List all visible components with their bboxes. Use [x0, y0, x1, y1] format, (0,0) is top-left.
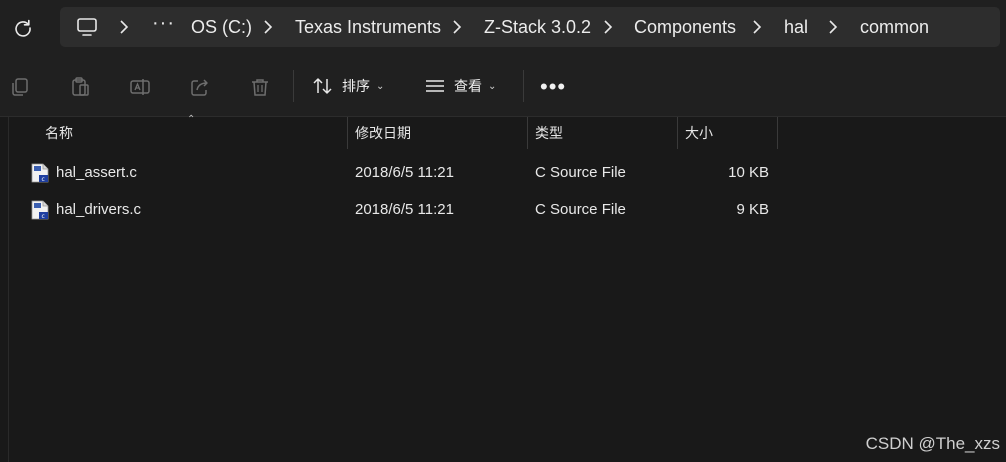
c-source-file-icon: c [31, 163, 49, 183]
chevron-right-icon[interactable] [262, 19, 274, 35]
paste-icon[interactable] [69, 76, 91, 98]
file-size: 9 KB [736, 200, 769, 218]
breadcrumb-item-texas-instruments[interactable]: Texas Instruments [295, 17, 441, 38]
breadcrumb-item-zstack[interactable]: Z-Stack 3.0.2 [484, 17, 591, 38]
share-icon[interactable] [189, 76, 211, 98]
c-source-file-icon: c [31, 200, 49, 220]
file-type: C Source File [535, 163, 626, 181]
column-divider[interactable] [677, 117, 678, 149]
sort-button[interactable]: 排序 ⌄ [312, 70, 384, 102]
column-header-size[interactable]: 大小 [685, 117, 775, 149]
file-row[interactable]: c hal_drivers.c 2018/6/5 11:21 C Source … [9, 191, 789, 227]
svg-text:c: c [42, 176, 45, 183]
chevron-right-icon[interactable] [118, 19, 130, 35]
refresh-button[interactable] [10, 15, 36, 41]
sort-label: 排序 [342, 78, 370, 94]
view-button[interactable]: 查看 ⌄ [424, 70, 496, 102]
chevron-right-icon[interactable] [451, 19, 463, 35]
watermark: CSDN @The_xzs [865, 434, 1000, 453]
chevron-down-icon: ⌄ [376, 80, 385, 92]
command-bar: 排序 ⌄ 查看 ⌄ ••• [0, 56, 1006, 117]
address-bar: ··· OS (C:) Texas Instruments Z-Stack 3.… [0, 0, 1006, 56]
column-divider[interactable] [777, 117, 778, 149]
copy-icon[interactable] [9, 76, 31, 98]
file-row[interactable]: c hal_assert.c 2018/6/5 11:21 C Source F… [9, 154, 789, 190]
toolbar-divider [293, 70, 294, 102]
refresh-icon [15, 19, 31, 37]
breadcrumb-item-hal[interactable]: hal [784, 17, 808, 38]
file-list: ⌃ 名称 修改日期 类型 大小 c hal_assert.c 2018/6/5 … [8, 114, 1006, 462]
breadcrumb[interactable]: ··· OS (C:) Texas Instruments Z-Stack 3.… [60, 7, 1000, 47]
breadcrumb-item-common[interactable]: common [860, 17, 929, 38]
delete-icon[interactable] [249, 76, 271, 98]
sort-icon [313, 78, 332, 94]
svg-text:c: c [42, 213, 45, 220]
view-icon [426, 80, 444, 92]
more-options-icon[interactable]: ••• [540, 74, 566, 100]
file-name[interactable]: hal_drivers.c [56, 191, 141, 227]
chevron-down-icon: ⌄ [488, 80, 497, 92]
rename-icon[interactable] [129, 76, 151, 98]
breadcrumb-item-components[interactable]: Components [634, 17, 736, 38]
column-header-type[interactable]: 类型 [535, 117, 675, 149]
chevron-right-icon[interactable] [751, 19, 763, 35]
breadcrumb-overflow[interactable]: ··· [152, 12, 175, 35]
column-divider[interactable] [347, 117, 348, 149]
column-header-date[interactable]: 修改日期 [355, 117, 525, 149]
chevron-right-icon[interactable] [827, 19, 839, 35]
toolbar-divider [523, 70, 524, 102]
file-name[interactable]: hal_assert.c [56, 154, 137, 190]
file-type: C Source File [535, 200, 626, 218]
column-header-name[interactable]: 名称 [45, 117, 345, 149]
file-size: 10 KB [728, 163, 769, 181]
chevron-right-icon[interactable] [602, 19, 614, 35]
breadcrumb-item-drive[interactable]: OS (C:) [191, 17, 252, 38]
file-date: 2018/6/5 11:21 [355, 200, 454, 218]
monitor-icon[interactable] [76, 16, 98, 38]
view-label: 查看 [454, 78, 482, 94]
file-date: 2018/6/5 11:21 [355, 163, 454, 181]
column-divider[interactable] [527, 117, 528, 149]
